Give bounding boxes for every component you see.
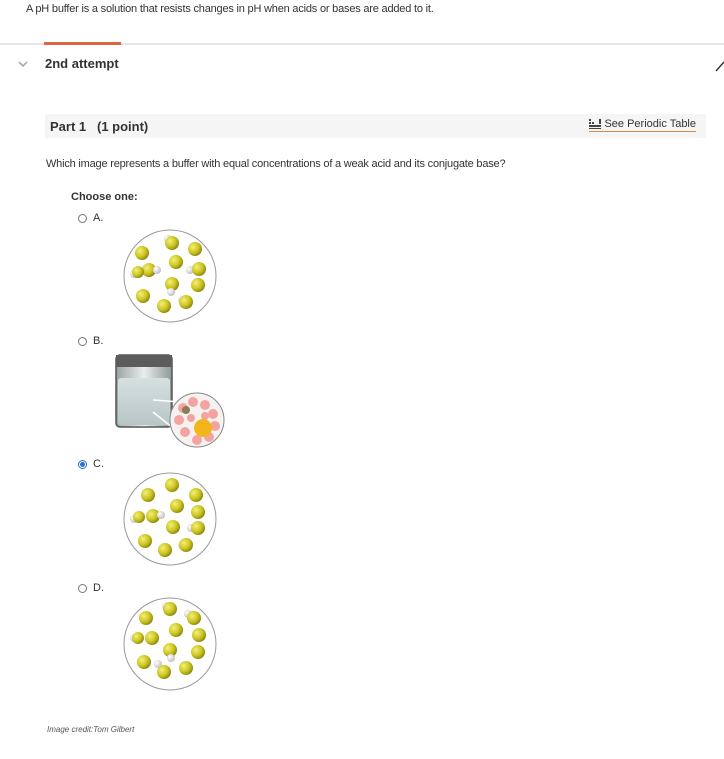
option-c-label: C. bbox=[93, 458, 104, 470]
question-text: Which image represents a buffer with equ… bbox=[46, 158, 506, 170]
option-d-label: D. bbox=[93, 582, 104, 594]
check-icon bbox=[715, 61, 724, 72]
radio-d[interactable] bbox=[78, 583, 87, 593]
option-d[interactable]: D. bbox=[78, 582, 104, 594]
part-points: (1 point) bbox=[96, 119, 149, 134]
part-title-text: Part 1 bbox=[50, 119, 87, 134]
particle-image-c bbox=[123, 472, 217, 566]
option-a-label: A. bbox=[93, 212, 104, 224]
periodic-link-label: See Periodic Table bbox=[604, 118, 696, 130]
beaker-image-b bbox=[115, 354, 225, 448]
part-title: Part 1 (1 point) bbox=[50, 119, 148, 134]
radio-a[interactable] bbox=[78, 213, 87, 223]
periodic-table-icon bbox=[589, 118, 602, 129]
radio-b[interactable] bbox=[78, 336, 87, 346]
radio-c[interactable] bbox=[78, 459, 87, 469]
see-periodic-table-link[interactable]: See Periodic Table bbox=[589, 118, 696, 132]
option-a[interactable]: A. bbox=[78, 212, 103, 224]
active-tab-indicator bbox=[44, 42, 121, 45]
option-b-label: B. bbox=[93, 335, 104, 347]
intro-text: A pH buffer is a solution that resists c… bbox=[26, 3, 434, 15]
part-header: Part 1 (1 point) See Periodic Table bbox=[45, 114, 706, 138]
particle-image-a bbox=[123, 229, 217, 323]
attempt-label[interactable]: 2nd attempt bbox=[45, 56, 119, 71]
chevron-down-icon[interactable] bbox=[17, 59, 29, 69]
particle-image-d bbox=[123, 597, 217, 691]
option-b[interactable]: B. bbox=[78, 335, 103, 347]
option-c[interactable]: C. bbox=[78, 458, 104, 470]
choose-label: Choose one: bbox=[71, 191, 138, 203]
image-credit: Image credit:Tom Gilbert bbox=[47, 725, 135, 734]
